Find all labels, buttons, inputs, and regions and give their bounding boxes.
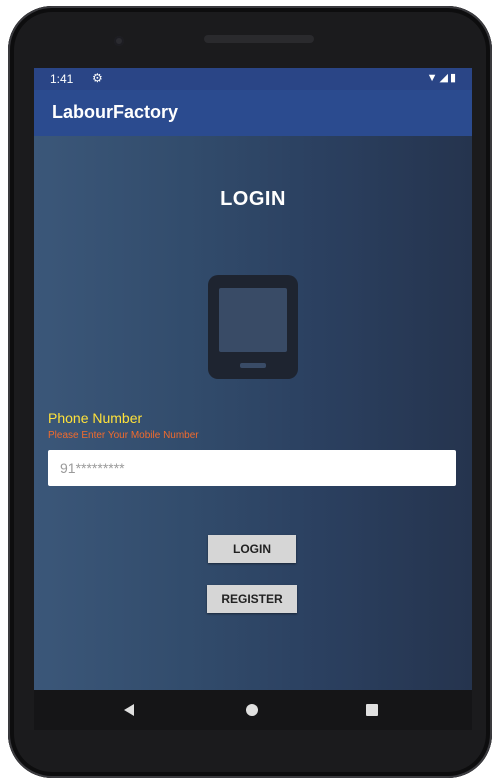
app-screen: 1:41 ⚙ ▼◢▮ LabourFactory LOGIN Phone Num… xyxy=(34,68,472,690)
status-bar: 1:41 ⚙ ▼◢▮ xyxy=(34,68,472,90)
app-bar: LabourFactory xyxy=(34,90,472,136)
login-content: LOGIN Phone Number Please Enter Your Mob… xyxy=(34,136,472,690)
battery-icon: ▮ xyxy=(449,72,458,84)
login-heading: LOGIN xyxy=(220,188,286,210)
smartphone-icon xyxy=(208,275,298,379)
navigation-bar xyxy=(34,690,472,730)
home-icon[interactable] xyxy=(246,704,258,716)
status-time: 1:41 xyxy=(50,72,74,86)
phone-number-label: Phone Number xyxy=(48,410,143,426)
recents-icon[interactable] xyxy=(366,704,378,716)
phone-number-hint: Please Enter Your Mobile Number xyxy=(48,430,199,441)
back-icon[interactable] xyxy=(124,704,134,716)
earpiece-speaker xyxy=(204,35,314,43)
login-button[interactable]: LOGIN xyxy=(208,535,296,563)
status-icons: ▼◢▮ xyxy=(427,71,458,84)
app-title: LabourFactory xyxy=(52,102,179,122)
phone-number-input[interactable] xyxy=(48,450,456,486)
wifi-icon: ▼ xyxy=(426,72,440,84)
signal-icon: ◢ xyxy=(439,72,450,84)
register-button[interactable]: REGISTER xyxy=(207,585,297,613)
front-camera xyxy=(114,36,124,46)
gear-icon: ⚙ xyxy=(92,71,103,85)
